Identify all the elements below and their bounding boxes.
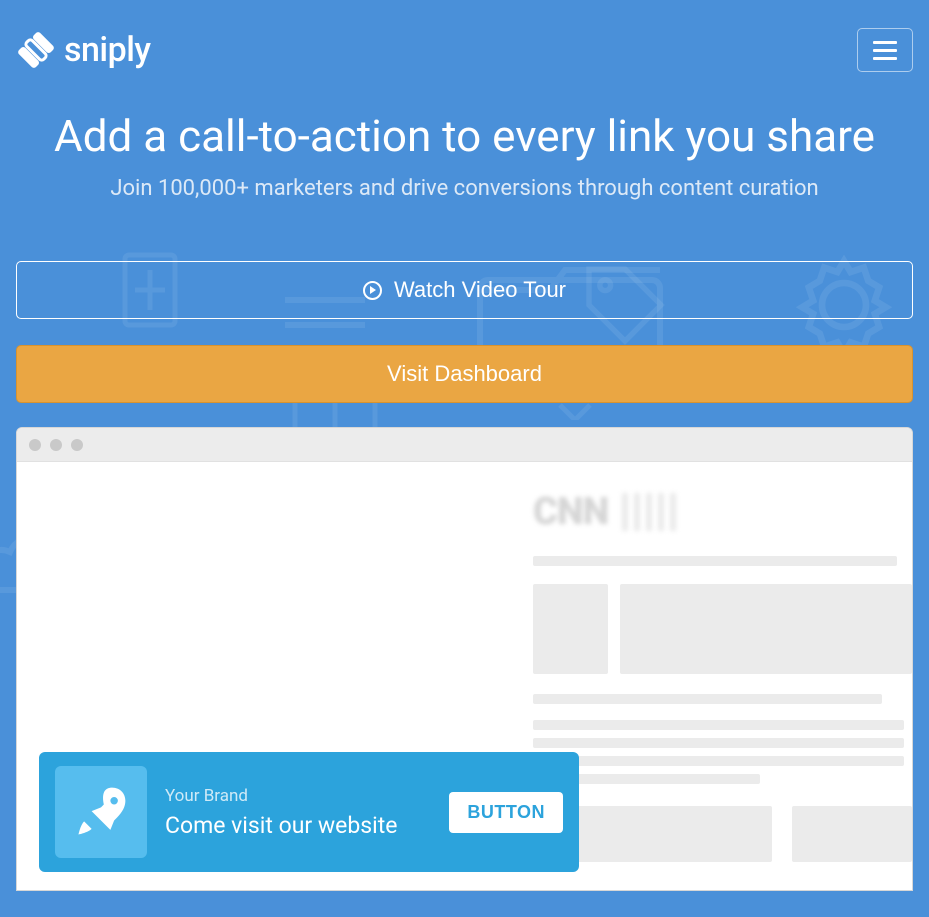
hamburger-bar-icon <box>873 49 897 52</box>
hero-title: Add a call-to-action to every link you s… <box>16 110 913 162</box>
watch-video-button[interactable]: Watch Video Tour <box>16 261 913 319</box>
menu-toggle-button[interactable] <box>857 28 913 72</box>
hero: Add a call-to-action to every link you s… <box>0 100 929 201</box>
placeholder-line <box>533 556 897 566</box>
hero-subtitle: Join 100,000+ marketers and drive conver… <box>16 176 913 201</box>
hamburger-bar-icon <box>873 57 897 60</box>
placeholder-box <box>792 806 912 862</box>
logo-text: sniply <box>64 30 151 70</box>
window-dot-icon <box>50 439 62 451</box>
placeholder-line <box>533 694 882 704</box>
navbar: sniply <box>0 0 929 100</box>
cta-button-label: BUTTON <box>467 802 545 822</box>
rocket-icon <box>71 782 131 842</box>
logo[interactable]: sniply <box>16 30 151 70</box>
browser-chrome <box>17 428 912 462</box>
visit-dashboard-button[interactable]: Visit Dashboard <box>16 345 913 403</box>
cta-brand-label: Your Brand <box>165 786 431 806</box>
demo-body: CNN <box>17 462 912 890</box>
logo-icon <box>16 30 56 70</box>
cta-button[interactable]: BUTTON <box>449 792 563 833</box>
visit-dashboard-label: Visit Dashboard <box>387 361 542 387</box>
cta-banner: Your Brand Come visit our website BUTTON <box>39 752 579 872</box>
cta-message: Come visit our website <box>165 812 431 839</box>
window-dot-icon <box>71 439 83 451</box>
demo-wrapper: CNN <box>0 403 929 891</box>
cta-avatar <box>55 766 147 858</box>
demo-publisher-bars-icon <box>622 493 676 531</box>
placeholder-line <box>533 720 904 730</box>
demo-browser: CNN <box>16 427 913 891</box>
cta-text: Your Brand Come visit our website <box>165 786 431 839</box>
play-icon <box>363 281 382 300</box>
cta-buttons: Watch Video Tour Visit Dashboard <box>0 201 929 403</box>
window-dot-icon <box>29 439 41 451</box>
demo-publisher-logo: CNN <box>533 490 912 534</box>
hamburger-bar-icon <box>873 41 897 44</box>
watch-video-label: Watch Video Tour <box>394 277 566 303</box>
placeholder-line <box>533 738 904 748</box>
demo-right-column: CNN <box>533 490 912 890</box>
placeholder-box <box>620 584 912 674</box>
placeholder-line <box>533 756 904 766</box>
demo-publisher-text: CNN <box>533 490 608 534</box>
placeholder-box <box>533 584 608 674</box>
